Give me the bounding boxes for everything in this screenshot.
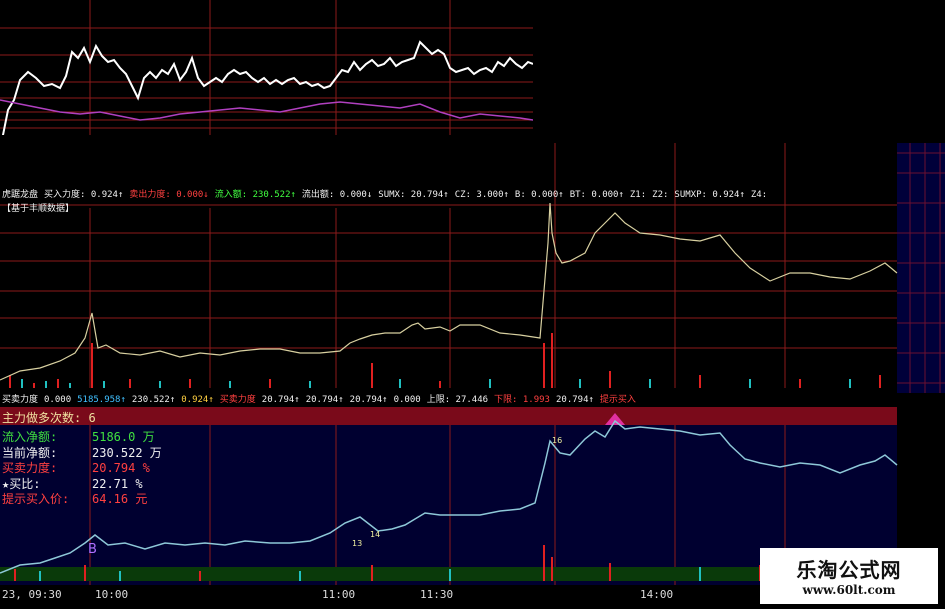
marker-13: 13 xyxy=(352,539,362,548)
panel2-status-item: Z4: xyxy=(750,190,768,200)
average-line xyxy=(0,99,533,121)
panel3-status-item: 20.794↑ xyxy=(555,395,594,405)
panel3-status-item: 20.794↑ xyxy=(261,395,300,405)
panel2-status-item: 流出额: 0.000↓ xyxy=(301,190,373,200)
time-label-1400: 14:00 xyxy=(640,588,674,601)
info-row: 买卖力度: 20.794 % xyxy=(2,461,162,477)
info-label: 当前净额: xyxy=(2,445,58,460)
panel2-status-item: 买入力度: 0.924↑ xyxy=(44,190,124,200)
info-label: 提示买入价: xyxy=(2,492,70,506)
main-force-status-line: 买卖力度 0.000 5185.958↑ 230.522↑ 0.924↑ 买卖力度 20.7… xyxy=(2,395,642,406)
info-value: 5186.0 万 xyxy=(92,430,155,444)
price-panel-chart xyxy=(0,0,533,135)
indicator-right-block xyxy=(897,143,945,393)
indicator-panel: 虎踞龙盘 买入力度: 0.924↑ 卖出力度: 0.000↓ 流入额: 230.522… xyxy=(0,143,945,393)
time-label-1100: 11:00 xyxy=(322,588,356,601)
indicator-subtitle: 【基于丰顺数据】 xyxy=(2,204,75,214)
time-label-1130: 11:30 xyxy=(420,588,454,601)
marker-16: 16 xyxy=(552,436,562,445)
panel2-status-item: SUMXP: 0.924↑ xyxy=(674,190,745,200)
main-force-header-bar xyxy=(0,407,897,425)
panel3-status-item: 20.794↑ xyxy=(349,395,388,405)
panel3-status-item: 0.924↑ xyxy=(181,395,214,405)
time-label-1000: 10:00 xyxy=(95,588,129,601)
main-force-header: 主力做多次数: 6 xyxy=(2,411,96,425)
panel3-status-item: 230.522↑ xyxy=(131,395,176,405)
indicator-black-mask xyxy=(415,308,545,340)
info-value: 22.71 % xyxy=(92,476,143,491)
panel2-status-item: BT: 0.000↑ xyxy=(569,190,624,200)
watermark-title: 乐淘公式网 xyxy=(796,558,902,582)
info-row: ★买比: 22.71 % xyxy=(2,477,162,493)
indicator-grid xyxy=(0,143,897,388)
marker-b: B xyxy=(88,542,97,557)
panel2-status-item: 虎踞龙盘 xyxy=(2,190,39,200)
price-line xyxy=(1,40,533,135)
panel3-status-item: 上限: 27.446 xyxy=(426,395,489,405)
marker-14: 14 xyxy=(370,530,380,539)
panel3-status-item: 0.000 xyxy=(393,395,421,405)
panel3-status-item: 买卖力度 xyxy=(2,395,39,405)
info-value: 20.794 % xyxy=(92,461,150,475)
info-label: 买卖力度: xyxy=(2,461,58,475)
panel3-status-item: 5185.958↑ xyxy=(77,395,126,405)
panel3-status-item: 20.794↑ xyxy=(305,395,344,405)
panel2-status-item: B: 0.000↑ xyxy=(514,190,564,200)
panel2-status-item: CZ: 3.000↑ xyxy=(454,190,509,200)
info-value: 64.16 元 xyxy=(92,492,148,506)
panel3-status-item: 下限: 1.993 xyxy=(494,395,550,405)
info-value: 230.522 万 xyxy=(92,445,162,460)
info-row: 提示买入价: 64.16 元 xyxy=(2,492,162,508)
indicator-volume-bars xyxy=(9,333,881,388)
info-row: 流入净额: 5186.0 万 xyxy=(2,430,162,446)
info-label: ★买比: xyxy=(2,476,41,491)
info-label: 流入净额: xyxy=(2,430,58,444)
price-panel-grid xyxy=(0,0,533,135)
indicator-panel-chart xyxy=(0,143,945,393)
panel3-status-item: 提示买入 xyxy=(599,395,636,405)
panel2-status-item: Z2: xyxy=(652,190,669,200)
watermark: 乐淘公式网 www.60lt.com xyxy=(760,548,938,604)
panel2-status-item: 卖出力度: 0.000↓ xyxy=(129,190,209,200)
time-label-0930: 23, 09:30 xyxy=(2,588,62,601)
info-row: 当前净额: 230.522 万 xyxy=(2,446,162,462)
panel2-status-item: 流入额: 230.522↑ xyxy=(214,190,296,200)
price-panel xyxy=(0,0,533,135)
panel2-status-item: Z1: xyxy=(629,190,647,200)
panel3-status-item: 0.000 xyxy=(44,395,72,405)
main-force-info: 流入净额: 5186.0 万当前净额: 230.522 万买卖力度: 20.794 %… xyxy=(2,430,162,508)
indicator-status-line: 虎踞龙盘 买入力度: 0.924↑ 卖出力度: 0.000↓ 流入额: 230.522… xyxy=(2,190,773,201)
panel2-status-item: SUMX: 20.794↑ xyxy=(378,190,449,200)
panel3-status-item: 买卖力度 xyxy=(219,395,256,405)
watermark-url: www.60lt.com xyxy=(802,583,896,597)
